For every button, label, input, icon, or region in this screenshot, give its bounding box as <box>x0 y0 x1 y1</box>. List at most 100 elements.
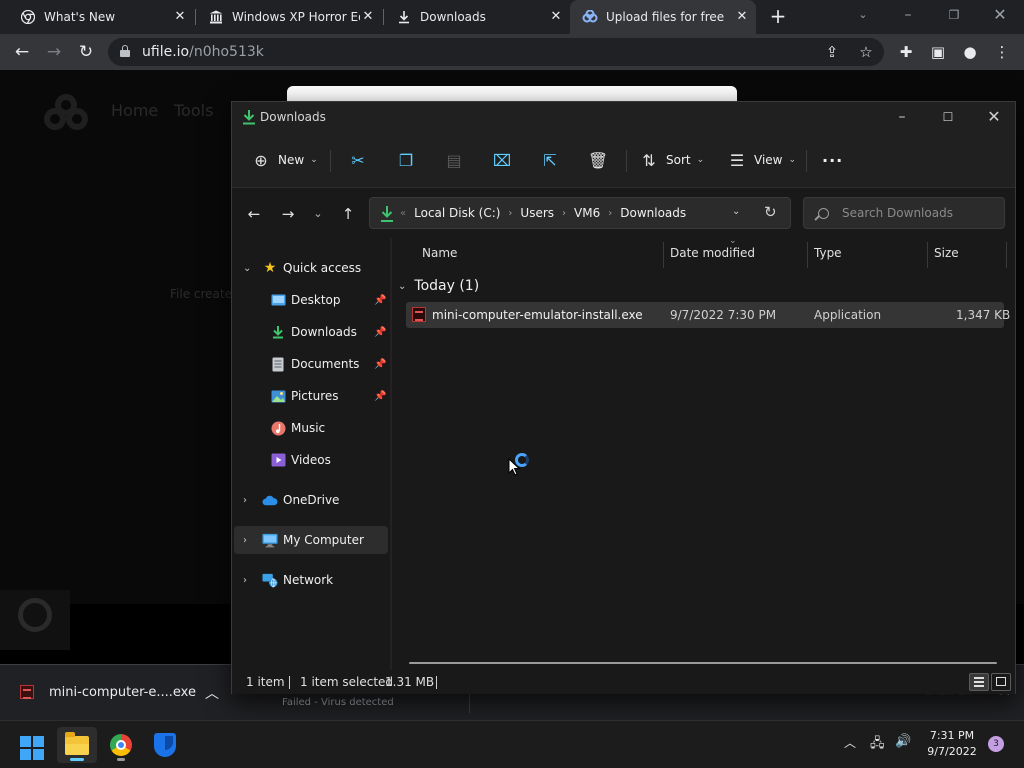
column-divider[interactable] <box>1006 242 1007 268</box>
volume-icon[interactable]: 🔊 <box>895 734 911 749</box>
extensions-puzzle-icon[interactable]: ✚ <box>894 40 918 64</box>
security-taskbar-button[interactable] <box>145 727 185 763</box>
start-button[interactable] <box>12 727 52 763</box>
restore-button[interactable]: ❐ <box>934 4 974 28</box>
column-header-size[interactable]: Size <box>934 246 959 260</box>
column-divider[interactable] <box>663 242 664 268</box>
nav-quick-access[interactable]: ⌄ ★ Quick access <box>234 254 388 282</box>
tab-search-chevron-icon[interactable]: ⌄ <box>843 4 883 28</box>
nav-music[interactable]: Music <box>234 414 388 442</box>
explorer-minimize-button[interactable]: – <box>886 106 918 128</box>
nav-desktop[interactable]: Desktop 📌 <box>234 286 388 314</box>
search-box[interactable] <box>803 197 1005 229</box>
download-item[interactable]: mini-computer-e....exe ︿ <box>0 665 236 721</box>
column-divider[interactable] <box>807 242 808 268</box>
share-icon[interactable]: ⇪ <box>820 40 844 64</box>
back-button[interactable]: ← <box>10 40 34 64</box>
copy-button[interactable]: ❐ <box>395 144 417 176</box>
system-clock[interactable]: 7:31 PM 9/7/2022 <box>922 728 982 760</box>
tab-whats-new[interactable]: What's New ✕ <box>8 0 194 34</box>
chrome-taskbar-button[interactable] <box>101 727 141 763</box>
column-header-type[interactable]: Type <box>814 246 842 260</box>
side-panel-icon[interactable]: ▣ <box>926 40 950 64</box>
close-window-button[interactable]: ✕ <box>980 4 1020 28</box>
chevron-right-icon[interactable]: › <box>243 575 247 586</box>
explorer-close-button[interactable]: ✕ <box>978 106 1010 128</box>
explorer-address-bar[interactable]: « Local Disk (C:) › Users › VM6 › Downlo… <box>369 197 791 229</box>
recent-locations-chevron-icon[interactable]: ⌄ <box>306 202 330 226</box>
refresh-icon[interactable]: ↻ <box>764 203 777 221</box>
view-button[interactable]: ☰ View ⌄ <box>726 144 796 176</box>
column-header-name[interactable]: Name <box>422 246 457 260</box>
nav-documents[interactable]: Documents 📌 <box>234 350 388 378</box>
mouse-cursor-icon <box>508 458 520 476</box>
view-label: View <box>754 153 783 167</box>
reload-button[interactable]: ↻ <box>74 40 98 64</box>
notification-badge[interactable]: 3 <box>988 736 1004 752</box>
show-hidden-icons-chevron-icon[interactable]: ︿ <box>844 734 856 751</box>
network-monitor-icon[interactable]: 🖧 <box>870 734 885 756</box>
chevron-right-icon[interactable]: › <box>243 535 247 546</box>
chrome-menu-icon[interactable]: ⋮ <box>990 40 1014 64</box>
breadcrumb-users[interactable]: Users <box>520 206 554 220</box>
tiles-view-button[interactable] <box>991 673 1011 691</box>
address-bar[interactable]: ufile.io/n0ho513k ⇪ ☆ <box>108 38 884 66</box>
nav-my-computer[interactable]: › My Computer <box>234 526 388 554</box>
breadcrumb-vm6[interactable]: VM6 <box>574 206 600 220</box>
forward-button[interactable]: → <box>42 40 66 64</box>
chevron-right-icon[interactable]: › <box>243 495 247 506</box>
nav-videos[interactable]: Videos <box>234 446 388 474</box>
nav-network[interactable]: › Network <box>234 566 388 594</box>
close-tab-icon[interactable]: ✕ <box>548 9 564 25</box>
profile-avatar-icon[interactable]: ● <box>958 40 982 64</box>
file-explorer-taskbar-button[interactable] <box>57 727 97 763</box>
close-tab-icon[interactable]: ✕ <box>172 9 188 25</box>
nav-label: Desktop <box>291 293 341 307</box>
minimize-button[interactable]: – <box>888 4 928 28</box>
new-button[interactable]: ⊕ New ⌄ <box>250 144 317 176</box>
sort-button[interactable]: ⇅ Sort ⌄ <box>638 144 704 176</box>
rename-button[interactable]: ⌧ <box>491 144 513 176</box>
chevron-up-icon[interactable]: ︿ <box>205 683 219 703</box>
cut-button[interactable]: ✂ <box>347 144 369 176</box>
tab-title: What's New <box>44 10 116 24</box>
group-header-today[interactable]: ⌄ Today (1) <box>398 278 479 294</box>
tab-upload-files[interactable]: Upload files for free - ✕ <box>570 0 756 34</box>
search-input[interactable] <box>842 206 992 220</box>
nav-home-link[interactable]: Home <box>111 101 158 120</box>
nav-onedrive[interactable]: › OneDrive <box>234 486 388 514</box>
command-bar: ⊕ New ⌄ ✂ ❐ ▤ ⌧ ⇱ 🗑 ⇅ Sort ⌄ ☰ View ⌄ ··… <box>232 132 1015 188</box>
recaptcha-badge <box>0 590 70 650</box>
new-tab-button[interactable]: + <box>766 5 790 29</box>
breadcrumb-local-disk[interactable]: Local Disk (C:) <box>414 206 500 220</box>
horizontal-scrollbar[interactable] <box>409 662 997 664</box>
breadcrumb-overflow-icon[interactable]: « <box>400 208 406 219</box>
explorer-forward-button[interactable]: → <box>276 202 300 226</box>
nav-pictures[interactable]: Pictures 📌 <box>234 382 388 410</box>
breadcrumb-downloads[interactable]: Downloads <box>620 206 686 220</box>
column-divider[interactable] <box>927 242 928 268</box>
table-row[interactable]: mini-computer-emulator-install.exe 9/7/2… <box>406 302 1010 328</box>
up-button[interactable]: ↑ <box>336 202 360 226</box>
nav-downloads[interactable]: Downloads 📌 <box>234 318 388 346</box>
more-options-button[interactable]: ··· <box>822 144 843 176</box>
explorer-maximize-button[interactable]: ☐ <box>932 106 964 128</box>
bookmark-star-icon[interactable]: ☆ <box>854 40 878 64</box>
details-view-button[interactable] <box>969 673 989 691</box>
chevron-down-icon[interactable]: ⌄ <box>243 263 251 274</box>
nav-tools-link[interactable]: Tools <box>174 101 213 120</box>
address-history-chevron-icon[interactable]: ⌄ <box>732 206 740 217</box>
explorer-window-title: Downloads <box>260 110 326 124</box>
status-divider <box>289 676 290 689</box>
chevron-down-icon[interactable]: ⌄ <box>398 281 406 292</box>
delete-button[interactable]: 🗑 <box>587 144 609 176</box>
share-button[interactable]: ⇱ <box>539 144 561 176</box>
paste-button[interactable]: ▤ <box>443 144 465 176</box>
close-tab-icon[interactable]: ✕ <box>360 9 376 25</box>
tab-windows-xp[interactable]: Windows XP Horror Ed ✕ <box>196 0 382 34</box>
column-header-date-modified[interactable]: Date modified <box>670 246 755 260</box>
explorer-back-button[interactable]: ← <box>242 202 266 226</box>
tab-downloads[interactable]: Downloads ✕ <box>384 0 570 34</box>
chevron-right-icon: › <box>608 207 613 219</box>
close-tab-icon[interactable]: ✕ <box>734 9 750 25</box>
